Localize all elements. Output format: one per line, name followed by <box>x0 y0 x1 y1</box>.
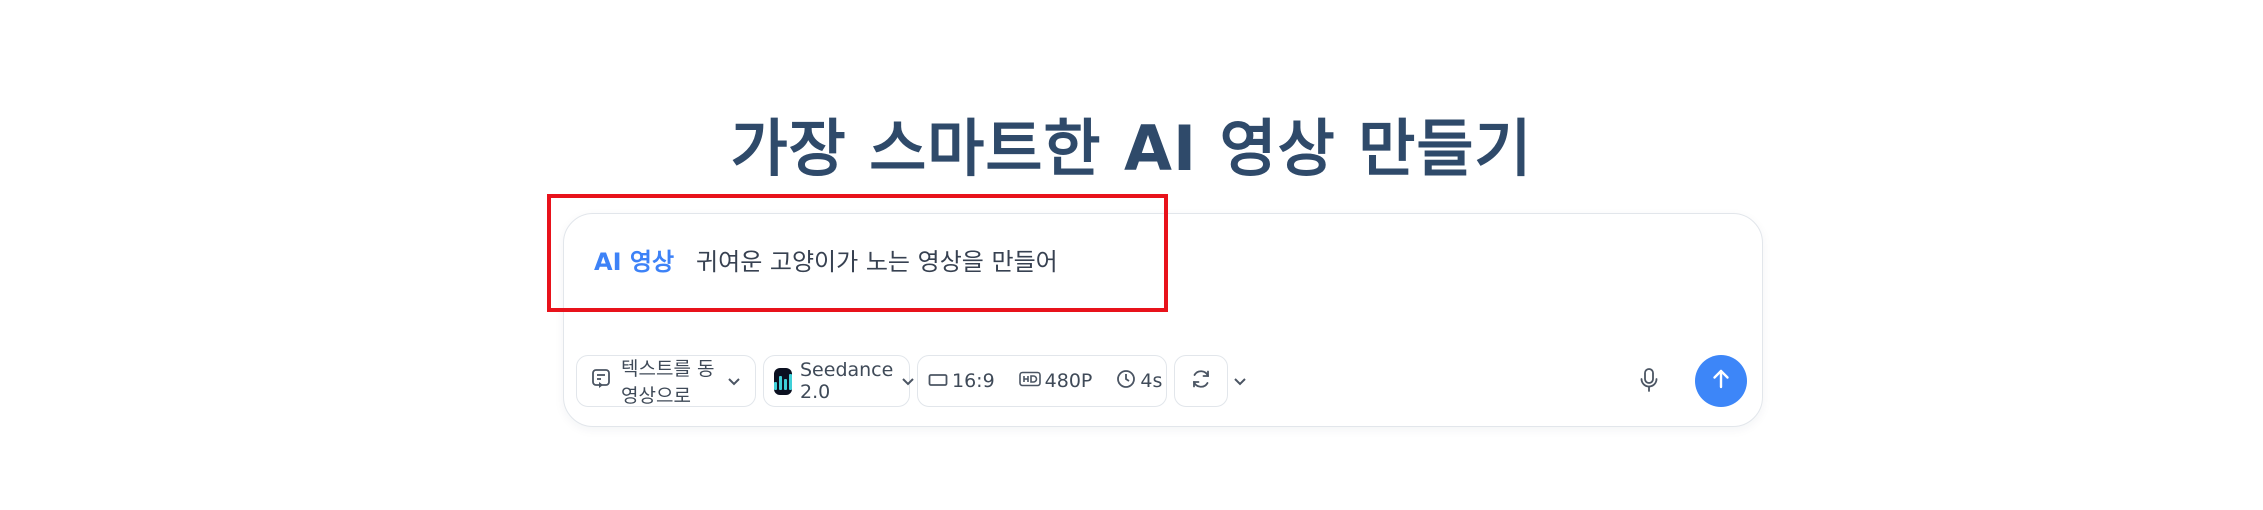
hd-icon <box>1018 370 1041 392</box>
chevron-down-icon <box>727 370 741 392</box>
duration-value: 4s <box>1140 370 1163 392</box>
refresh-button[interactable] <box>1174 355 1228 407</box>
model-select-label: Seedance 2.0 <box>800 359 894 403</box>
text-to-video-icon <box>591 368 611 395</box>
page-title: 가장 스마트한 AI 영상 만들기 <box>730 111 1533 185</box>
arrow-up-icon <box>1711 368 1731 394</box>
prompt-text[interactable]: 귀여운 고양이가 노는 영상을 만들어 <box>696 242 1058 277</box>
aspect-ratio-value: 16:9 <box>952 370 995 392</box>
model-select-button[interactable]: Seedance 2.0 <box>763 355 915 407</box>
mode-select-label: 텍스트를 동영상으로 <box>621 358 715 407</box>
clock-icon <box>1116 369 1136 394</box>
send-button[interactable] <box>1695 355 1747 407</box>
microphone-button[interactable] <box>1637 367 1661 397</box>
microphone-icon <box>1639 367 1659 397</box>
prompt-card: AI 영상 귀여운 고양이가 노는 영상을 만들어 텍스트를 동영상으로 See… <box>563 213 1763 427</box>
resolution-value: 480P <box>1044 370 1093 392</box>
refresh-icon <box>1189 367 1213 396</box>
chevron-down-icon <box>1233 370 1247 392</box>
prompt-input[interactable]: AI 영상 귀여운 고양이가 노는 영상을 만들어 <box>594 232 1058 286</box>
video-settings-button[interactable]: 16:9 480P 4s 1 <box>917 355 1246 407</box>
aspect-ratio-icon <box>928 370 948 392</box>
mode-select-button[interactable]: 텍스트를 동영상으로 <box>576 355 756 407</box>
prompt-mode-tag: AI 영상 <box>594 247 675 276</box>
chevron-down-icon <box>901 370 915 392</box>
seedance-logo-icon <box>774 367 792 395</box>
